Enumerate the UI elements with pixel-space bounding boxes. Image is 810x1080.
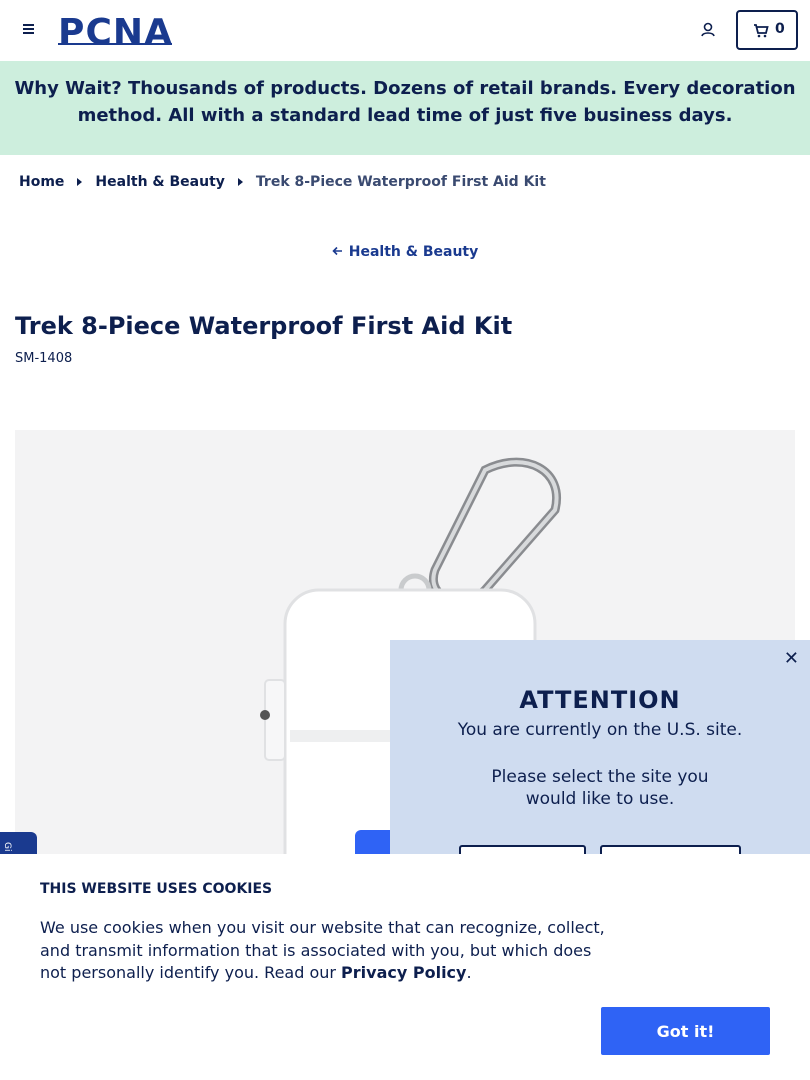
caret-right-icon [237,178,243,186]
accept-cookies-button[interactable]: Got it! [601,1007,770,1055]
cookie-title: THIS WEBSITE USES COOKIES [40,881,273,897]
close-icon[interactable]: ✕ [784,648,799,669]
cookie-text: We use cookies when you visit our websit… [40,917,615,985]
modal-current-site: You are currently on the U.S. site. [457,720,743,740]
back-to-category-link[interactable]: Health & Beauty [0,244,810,260]
account-icon[interactable] [698,20,718,40]
pcna-logo[interactable]: PCNA [58,12,178,53]
breadcrumb-category[interactable]: Health & Beauty [95,174,224,190]
caret-right-icon [77,178,83,186]
cookie-period: . [466,963,472,982]
breadcrumb: Home Health & Beauty Trek 8-Piece Waterp… [19,172,546,192]
hamburger-menu-icon[interactable] [18,20,38,40]
back-link-label: Health & Beauty [348,244,479,260]
product-title: Trek 8-Piece Waterproof First Aid Kit [15,312,513,340]
arrow-left-icon [332,244,343,260]
cookie-banner: THIS WEBSITE USES COOKIES We use cookies… [0,854,810,1080]
cart-icon [754,24,769,38]
side-tab-label: Gi [2,842,12,852]
breadcrumb-home[interactable]: Home [19,174,64,190]
cart-count: 0 [775,21,785,37]
page: PCNA 0 Why Wait? Thousands of products. … [0,0,810,1080]
promo-message: Thousands of products. Dozens of retail … [77,78,796,126]
modal-instruction: Please select the site you would like to… [491,767,709,809]
product-sku: SM-1408 [15,351,73,366]
cart-button[interactable]: 0 [736,10,798,50]
breadcrumb-current: Trek 8-Piece Waterproof First Aid Kit [255,174,546,190]
site-header: PCNA 0 [0,0,810,61]
cookie-body: We use cookies when you visit our websit… [40,918,605,982]
svg-text:PCNA: PCNA [58,14,172,48]
promo-lead: Why Wait? [14,78,122,99]
modal-title: ATTENTION [519,686,681,714]
promo-banner: Why Wait? Thousands of products. Dozens … [0,61,810,155]
privacy-policy-link[interactable]: Privacy Policy [341,963,466,982]
